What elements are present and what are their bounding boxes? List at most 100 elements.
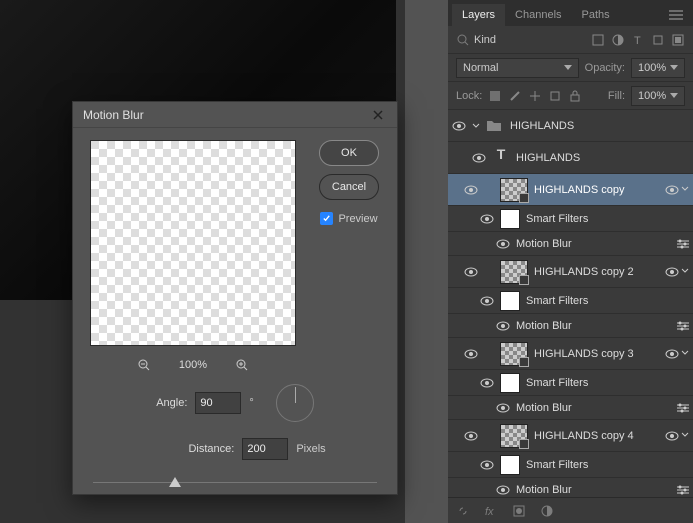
smart-filter-row[interactable]: Motion Blur	[448, 314, 693, 338]
tab-paths[interactable]: Paths	[572, 4, 620, 26]
layer-smart-object[interactable]: HIGHLANDS copy	[448, 174, 693, 206]
layer-thumbnail[interactable]	[500, 342, 528, 366]
opacity-input[interactable]: 100%	[631, 58, 685, 78]
layer-thumbnail[interactable]	[500, 178, 528, 202]
fill-input[interactable]: 100%	[631, 86, 685, 106]
filter-mask-thumbnail[interactable]	[500, 373, 520, 393]
smart-filter-row[interactable]: Motion Blur	[448, 396, 693, 420]
filter-preview[interactable]	[90, 140, 296, 346]
filter-type-icon[interactable]: T	[631, 33, 645, 47]
layer-smart-object[interactable]: HIGHLANDS copy 4	[448, 420, 693, 452]
filter-name[interactable]: Smart Filters	[526, 459, 689, 471]
zoom-out-icon[interactable]	[137, 358, 151, 372]
fx-icon[interactable]: fx	[484, 504, 498, 518]
visibility-icon[interactable]	[496, 321, 510, 331]
distance-input[interactable]	[242, 438, 288, 460]
dialog-titlebar[interactable]: Motion Blur	[73, 102, 397, 128]
layer-name[interactable]: HIGHLANDS copy 3	[534, 348, 659, 360]
lock-transparency-icon[interactable]	[488, 89, 502, 103]
mask-icon[interactable]	[512, 504, 526, 518]
filter-name[interactable]: Motion Blur	[516, 484, 671, 496]
filter-visibility-icon[interactable]	[665, 267, 679, 277]
filter-name[interactable]: Motion Blur	[516, 238, 671, 250]
smart-filter-row[interactable]: Smart Filters	[448, 288, 693, 314]
visibility-icon[interactable]	[452, 121, 466, 131]
layer-name[interactable]: HIGHLANDS	[516, 152, 689, 164]
smart-filter-row[interactable]: Motion Blur	[448, 478, 693, 497]
filter-pixel-icon[interactable]	[591, 33, 605, 47]
layer-name[interactable]: HIGHLANDS copy 2	[534, 266, 659, 278]
link-icon[interactable]	[456, 504, 470, 518]
filter-name[interactable]: Motion Blur	[516, 320, 671, 332]
filter-name[interactable]: Smart Filters	[526, 213, 689, 225]
filter-name[interactable]: Motion Blur	[516, 402, 671, 414]
filter-visibility-icon[interactable]	[665, 349, 679, 359]
expand-icon[interactable]	[681, 267, 689, 277]
lock-all-icon[interactable]	[568, 89, 582, 103]
preview-checkbox[interactable]: Preview	[320, 212, 377, 225]
filter-mask-thumbnail[interactable]	[500, 455, 520, 475]
layer-group[interactable]: HIGHLANDS	[448, 110, 693, 142]
expand-icon[interactable]	[681, 185, 689, 195]
blend-mode-select[interactable]: Normal	[456, 58, 579, 78]
layer-thumbnail[interactable]	[500, 260, 528, 284]
visibility-icon[interactable]	[480, 296, 494, 306]
visibility-icon[interactable]	[472, 153, 486, 163]
visibility-icon[interactable]	[480, 378, 494, 388]
expand-icon[interactable]	[681, 349, 689, 359]
smart-filter-row[interactable]: Smart Filters	[448, 370, 693, 396]
smart-filter-row[interactable]: Smart Filters	[448, 452, 693, 478]
visibility-icon[interactable]	[480, 214, 494, 224]
visibility-icon[interactable]	[480, 460, 494, 470]
angle-input[interactable]	[195, 392, 241, 414]
tab-layers[interactable]: Layers	[452, 4, 505, 26]
visibility-icon[interactable]	[464, 431, 478, 441]
layer-filter-kind[interactable]: Kind	[456, 33, 585, 47]
filter-mask-thumbnail[interactable]	[500, 291, 520, 311]
visibility-icon[interactable]	[464, 349, 478, 359]
visibility-icon[interactable]	[464, 267, 478, 277]
close-icon[interactable]	[369, 106, 387, 124]
filter-mask-thumbnail[interactable]	[500, 209, 520, 229]
layer-list[interactable]: HIGHLANDS T HIGHLANDS HIGHLANDS copy Smart F…	[448, 110, 693, 497]
angle-dial[interactable]	[276, 384, 314, 422]
filter-name[interactable]: Smart Filters	[526, 295, 689, 307]
layer-smart-object[interactable]: HIGHLANDS copy 2	[448, 256, 693, 288]
filter-smart-icon[interactable]	[671, 33, 685, 47]
filter-shape-icon[interactable]	[651, 33, 665, 47]
disclosure-icon[interactable]	[472, 122, 480, 130]
ok-button[interactable]: OK	[319, 140, 379, 166]
layer-name[interactable]: HIGHLANDS copy 4	[534, 430, 659, 442]
filter-options-icon[interactable]	[677, 403, 689, 413]
filter-visibility-icon[interactable]	[665, 431, 679, 441]
type-layer-icon: T	[492, 146, 510, 170]
adjustment-icon[interactable]	[540, 504, 554, 518]
smart-filter-row[interactable]: Smart Filters	[448, 206, 693, 232]
filter-options-icon[interactable]	[677, 485, 689, 495]
filter-options-icon[interactable]	[677, 321, 689, 331]
lock-artboard-icon[interactable]	[548, 89, 562, 103]
layer-name[interactable]: HIGHLANDS copy	[534, 184, 659, 196]
visibility-icon[interactable]	[496, 485, 510, 495]
cancel-button[interactable]: Cancel	[319, 174, 379, 200]
lock-position-icon[interactable]	[528, 89, 542, 103]
filter-adjust-icon[interactable]	[611, 33, 625, 47]
lock-pixels-icon[interactable]	[508, 89, 522, 103]
distance-slider[interactable]	[93, 476, 377, 490]
tab-channels[interactable]: Channels	[505, 4, 571, 26]
layers-bottom-bar: fx	[448, 497, 693, 523]
filter-options-icon[interactable]	[677, 239, 689, 249]
visibility-icon[interactable]	[464, 185, 478, 195]
filter-visibility-icon[interactable]	[665, 185, 679, 195]
visibility-icon[interactable]	[496, 239, 510, 249]
zoom-in-icon[interactable]	[235, 358, 249, 372]
layer-thumbnail[interactable]	[500, 424, 528, 448]
layer-smart-object[interactable]: HIGHLANDS copy 3	[448, 338, 693, 370]
layer-name[interactable]: HIGHLANDS	[510, 120, 689, 132]
layer-text[interactable]: T HIGHLANDS	[448, 142, 693, 174]
visibility-icon[interactable]	[496, 403, 510, 413]
panel-menu-icon[interactable]	[663, 4, 689, 26]
expand-icon[interactable]	[681, 431, 689, 441]
filter-name[interactable]: Smart Filters	[526, 377, 689, 389]
smart-filter-row[interactable]: Motion Blur	[448, 232, 693, 256]
